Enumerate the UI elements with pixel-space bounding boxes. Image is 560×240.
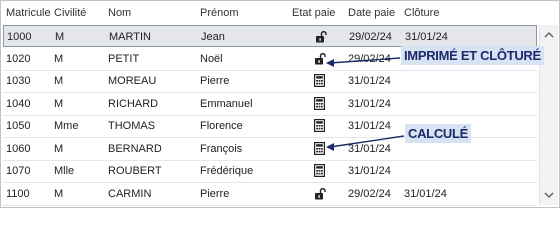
arrow-to-lock-icon	[329, 57, 401, 64]
arrowhead-calculator	[326, 143, 334, 151]
arrowhead-lock	[326, 59, 334, 67]
arrow-to-calculator-icon	[329, 135, 405, 148]
annotation-arrows	[326, 57, 405, 151]
